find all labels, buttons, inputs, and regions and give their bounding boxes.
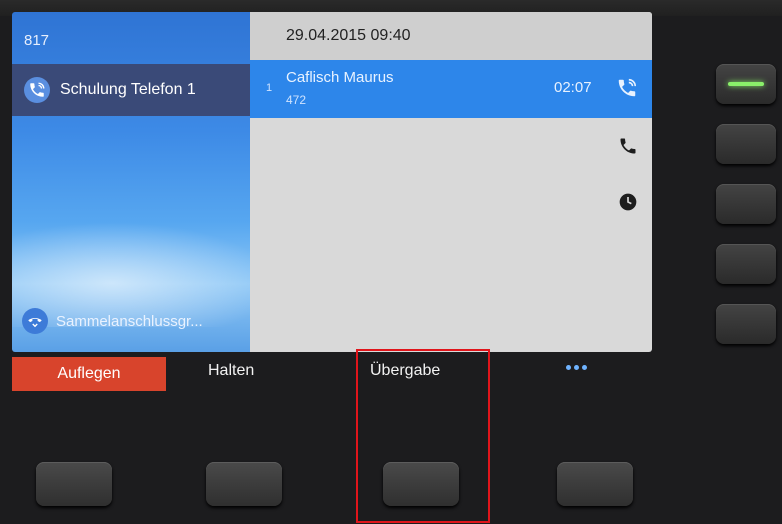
call-duration: 02:07 bbox=[554, 79, 592, 96]
hunt-group-icon bbox=[22, 308, 48, 334]
phone-active-icon bbox=[24, 77, 50, 103]
active-call-icon bbox=[616, 77, 638, 104]
date-time: 29.04.2015 09:40 bbox=[286, 27, 411, 44]
line-key-5[interactable] bbox=[716, 304, 776, 344]
line-label: Schulung Telefon 1 bbox=[60, 81, 196, 98]
hangup-softkey[interactable]: Auflegen bbox=[12, 357, 166, 391]
hold-softkey[interactable]: Halten bbox=[208, 362, 254, 380]
more-icon[interactable] bbox=[566, 365, 587, 370]
softkey-button-3[interactable] bbox=[383, 462, 459, 506]
line-key-1[interactable] bbox=[716, 64, 776, 104]
clock-icon[interactable] bbox=[618, 192, 638, 217]
line-key-4[interactable] bbox=[716, 244, 776, 284]
softkey-button-4[interactable] bbox=[557, 462, 633, 506]
caller-number: 472 bbox=[286, 93, 307, 107]
hunt-group-item[interactable]: Sammelanschlussgr... bbox=[22, 308, 203, 334]
softkey-button-2[interactable] bbox=[206, 462, 282, 506]
line-key-2[interactable] bbox=[716, 124, 776, 164]
line-key-3[interactable] bbox=[716, 184, 776, 224]
caller-name: Caflisch Maurus bbox=[286, 69, 394, 86]
header-bar: 29.04.2015 09:40 bbox=[250, 12, 652, 61]
softkey-button-1[interactable] bbox=[36, 462, 112, 506]
phone-screen: 817 Schulung Telefon 1 Sammelanschlussgr… bbox=[12, 12, 652, 352]
line-item-schulung-telefon-1[interactable]: Schulung Telefon 1 bbox=[12, 64, 250, 116]
hunt-group-label: Sammelanschlussgr... bbox=[56, 312, 203, 330]
lines-panel: 817 Schulung Telefon 1 Sammelanschlussgr… bbox=[12, 12, 292, 352]
active-call-row[interactable]: 1 Caflisch Maurus 472 02:07 bbox=[250, 60, 652, 118]
extension-number: 817 bbox=[24, 32, 50, 49]
call-panel: 29.04.2015 09:40 1 Caflisch Maurus 472 0… bbox=[250, 12, 652, 352]
phone-icon[interactable] bbox=[618, 136, 638, 161]
call-index: 1 bbox=[266, 82, 273, 94]
